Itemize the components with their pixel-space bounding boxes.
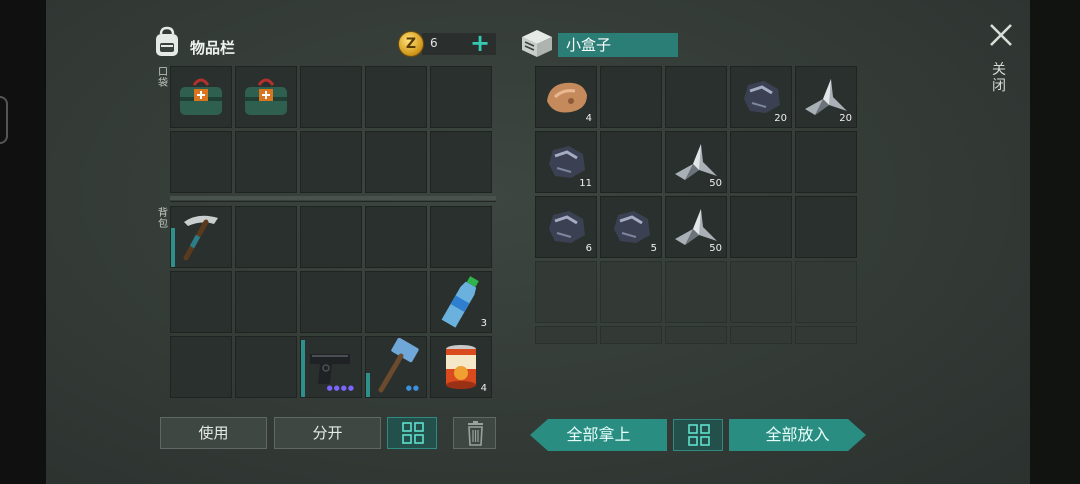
container-name: 小盒子 <box>558 33 678 57</box>
container-slot[interactable] <box>665 326 727 344</box>
item-quantity: 3 <box>480 318 487 329</box>
pocket-label: 口袋 <box>158 67 168 89</box>
pocket-slot[interactable] <box>300 131 362 193</box>
close-icon[interactable] <box>988 22 1014 48</box>
medkit-icon <box>236 67 296 127</box>
mod-slot-dots: ●● <box>405 384 420 392</box>
container-slot[interactable] <box>795 261 857 323</box>
durability-bar <box>366 373 370 397</box>
discard-button[interactable] <box>453 417 496 449</box>
backpack-slot[interactable] <box>365 206 427 268</box>
backpack-slot[interactable]: 4 <box>430 336 492 398</box>
item-quantity: 4 <box>480 383 487 394</box>
container-slot[interactable] <box>730 131 792 193</box>
section-divider <box>170 196 496 200</box>
sort-container-button[interactable] <box>673 419 723 451</box>
container-slot[interactable] <box>535 261 597 323</box>
container-slot[interactable] <box>795 131 857 193</box>
backpack-slot[interactable] <box>430 206 492 268</box>
box-icon <box>522 30 552 57</box>
device-bezel-right <box>1030 0 1080 484</box>
container-slot[interactable] <box>600 326 662 344</box>
item-quantity: 5 <box>650 243 657 254</box>
grid-icon <box>688 424 710 446</box>
backpack-label: 背包 <box>158 208 168 230</box>
backpack-slot[interactable] <box>170 336 232 398</box>
pocket-slot[interactable] <box>235 66 297 128</box>
use-button[interactable]: 使用 <box>160 417 267 449</box>
pocket-slot[interactable] <box>170 131 232 193</box>
container-slot[interactable] <box>600 131 662 193</box>
put-all-button[interactable]: 全部放入 <box>729 419 866 451</box>
backpack-slot[interactable] <box>235 271 297 333</box>
pickaxe-icon <box>171 207 231 267</box>
take-all-button[interactable]: 全部拿上 <box>530 419 667 451</box>
backpack-slot[interactable] <box>170 271 232 333</box>
pocket-slot[interactable] <box>365 66 427 128</box>
item-quantity: 11 <box>579 178 592 189</box>
container-slot[interactable] <box>730 261 792 323</box>
item-quantity: 20 <box>774 113 787 124</box>
backpack-slot[interactable]: ●●●● <box>300 336 362 398</box>
container-slot[interactable]: 20 <box>730 66 792 128</box>
backpack-slot[interactable]: ●● <box>365 336 427 398</box>
backpack-slot[interactable] <box>300 206 362 268</box>
mod-slot-dots: ●●●● <box>326 384 355 392</box>
item-quantity: 50 <box>709 178 722 189</box>
coin-count: 6 <box>430 36 438 50</box>
container-slot[interactable] <box>795 196 857 258</box>
container-slot[interactable]: 4 <box>535 66 597 128</box>
split-button[interactable]: 分开 <box>274 417 381 449</box>
backpack-slot[interactable] <box>235 336 297 398</box>
bezel-notch <box>0 96 8 144</box>
container-slot[interactable] <box>730 196 792 258</box>
container-slot[interactable]: 50 <box>665 196 727 258</box>
container-slot[interactable]: 6 <box>535 196 597 258</box>
device-bezel-left <box>0 0 46 484</box>
backpack-slot[interactable]: 3 <box>430 271 492 333</box>
grid-icon <box>402 422 424 444</box>
sort-inventory-button[interactable] <box>387 417 437 449</box>
durability-bar <box>301 340 305 397</box>
pocket-slot[interactable] <box>365 131 427 193</box>
item-quantity: 20 <box>839 113 852 124</box>
pocket-slot[interactable] <box>300 66 362 128</box>
inventory-title: 物品栏 <box>190 39 236 57</box>
container-slot[interactable] <box>665 66 727 128</box>
pocket-slot[interactable] <box>235 131 297 193</box>
item-quantity: 50 <box>709 243 722 254</box>
container-slot[interactable]: 50 <box>665 131 727 193</box>
backpack-slot[interactable] <box>365 271 427 333</box>
container-slot[interactable]: 5 <box>600 196 662 258</box>
pocket-slot[interactable] <box>430 66 492 128</box>
container-slot[interactable] <box>600 261 662 323</box>
container-slot[interactable] <box>600 66 662 128</box>
item-quantity: 4 <box>585 113 592 124</box>
backpack-slot[interactable] <box>235 206 297 268</box>
medkit-icon <box>171 67 231 127</box>
item-quantity: 6 <box>585 243 592 254</box>
pocket-slot[interactable] <box>170 66 232 128</box>
container-slot[interactable] <box>665 261 727 323</box>
close-label[interactable]: 关闭 <box>992 62 1006 94</box>
backpack-slot[interactable] <box>170 206 232 268</box>
container-slot[interactable]: 11 <box>535 131 597 193</box>
pocket-slot[interactable] <box>430 131 492 193</box>
trash-icon <box>468 421 483 446</box>
add-coins-button[interactable]: + <box>470 29 490 57</box>
container-slot[interactable] <box>730 326 792 344</box>
container-slot[interactable] <box>535 326 597 344</box>
section-divider-shadow <box>170 201 496 202</box>
container-slot[interactable]: 20 <box>795 66 857 128</box>
backpack-icon <box>156 26 178 56</box>
coin-icon: Z <box>398 31 424 57</box>
backpack-slot[interactable] <box>300 271 362 333</box>
durability-bar <box>171 228 175 267</box>
container-slot[interactable] <box>795 326 857 344</box>
